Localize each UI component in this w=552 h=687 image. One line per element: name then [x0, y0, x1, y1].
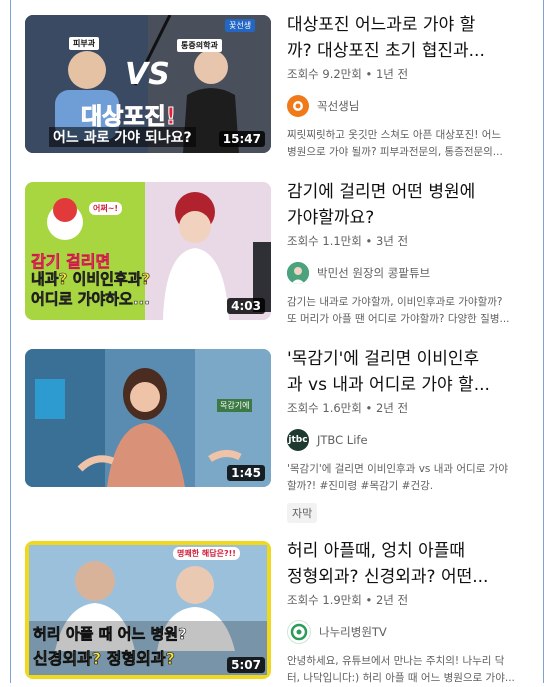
meta-separator: • [365, 234, 373, 248]
thumbnail-label-left: 피부과 [69, 37, 100, 50]
thumbnail-label-right: 통증의학과 [177, 39, 222, 52]
video-duration: 15:47 [218, 131, 265, 147]
channel-link[interactable]: 박민선 원장의 콩팥튜브 [287, 261, 537, 285]
video-title-line2: 가야할까요? [287, 208, 375, 228]
meta-separator: • [365, 593, 373, 607]
video-result[interactable]: 어쩌~! 감기 걸리면 내과? 이비인후과? 어디로 가야하오... 4:03 … [25, 182, 545, 332]
video-thumbnail[interactable]: 어쩌~! 감기 걸리면 내과? 이비인후과? 어디로 가야하오... 4:03 [25, 182, 271, 320]
video-result[interactable]: 피부과 통증의학과 꽃선생 VS 대상포진! 어느 과로 가야 되나요? 15:… [25, 15, 545, 165]
video-title-line2: 까? 대상포진 초기 협진과... [287, 41, 485, 61]
thumbnail-corner-tag: 꽃선생 [225, 19, 256, 32]
thumbnail-headline: 대상포진! [80, 104, 177, 131]
channel-avatar[interactable] [287, 620, 311, 644]
channel-logo-icon [293, 101, 303, 111]
upload-age: 3년 전 [375, 234, 409, 248]
video-title[interactable]: '목감기'에 걸리면 이비인후 과 vs 내과 어디로 가야 할... [287, 346, 537, 398]
video-title[interactable]: 감기에 걸리면 어떤 병원에 가야할까요? [287, 179, 537, 231]
channel-name[interactable]: 꼭선생님 [317, 98, 359, 114]
thumbnail-line1: 허리 아플 때 어느 병원? [33, 625, 187, 644]
description-line2: 터, 나닥입니다:) 허리 아플 때 어느 병원으로 가야... [287, 672, 515, 684]
video-meta: 조회수 1.6만회 • 2년 전 [287, 400, 537, 418]
description-line1: '목감기'에 걸리면 이비인후과 vs 내과 어디로 가야 [287, 463, 509, 475]
view-count: 조회수 1.6만회 [287, 401, 362, 415]
thumbnail-caption: 목감기에 [217, 399, 253, 412]
description-line2: 할까?! #진미령 #목감기 #건강. [287, 480, 434, 492]
upload-age: 2년 전 [375, 593, 409, 607]
person-avatar-icon [287, 262, 309, 284]
video-title-line2: 정형외과? 신경외과? 어떤... [287, 567, 489, 587]
channel-avatar[interactable] [287, 262, 309, 284]
video-title-line1: 대상포진 어느과로 가야 할 [287, 15, 476, 35]
thumbnail-subtitle: 어느 과로 가야 되나요? [49, 127, 196, 147]
channel-link[interactable]: 나누리병원TV [287, 620, 537, 644]
video-thumbnail[interactable]: 명쾌한 해답은?!! 허리 아플 때 어느 병원? 신경외과? 정형외과? 5:… [25, 541, 271, 679]
video-title-line1: 허리 아플때, 엉치 아플때 [287, 541, 466, 561]
video-duration: 4:03 [227, 298, 265, 314]
subtitles-badge: 자막 [287, 503, 318, 523]
view-count: 조회수 1.1만회 [287, 234, 362, 248]
video-duration: 5:07 [227, 657, 265, 673]
thumbnail-top-bubble: 명쾌한 해답은?!! [173, 547, 240, 560]
description-line1: 감기는 내과로 가야할까, 이비인후과로 가야할까? [287, 296, 503, 308]
meta-separator: • [365, 67, 373, 81]
video-title[interactable]: 대상포진 어느과로 가야 할 까? 대상포진 초기 협진과... [287, 12, 537, 64]
channel-name[interactable]: 나누리병원TV [319, 624, 387, 640]
view-count: 조회수 9.2만회 [287, 67, 362, 81]
video-title-line1: 감기에 걸리면 어떤 병원에 [287, 182, 476, 202]
description-line2: 병원으로 가야 될까? 피부과전문의, 통증전문의... [287, 146, 503, 158]
video-meta: 조회수 1.9만회 • 2년 전 [287, 592, 537, 610]
video-duration: 1:45 [227, 465, 265, 481]
thumbnail-line2: 내과? 이비인후과? [31, 270, 151, 289]
meta-separator: • [365, 401, 373, 415]
thumbnail-line2: 신경외과? 정형외과? [33, 649, 176, 669]
video-title-line2: 과 vs 내과 어디로 가야 할... [287, 375, 490, 395]
channel-name[interactable]: 박민선 원장의 콩팥튜브 [317, 265, 430, 281]
video-description: '목감기'에 걸리면 이비인후과 vs 내과 어디로 가야 할까?! #진미령 … [287, 461, 537, 495]
video-thumbnail[interactable]: 피부과 통증의학과 꽃선생 VS 대상포진! 어느 과로 가야 되나요? 15:… [25, 15, 271, 153]
thumbnail-line3: 어디로 가야하오... [31, 290, 151, 309]
video-meta: 조회수 9.2만회 • 1년 전 [287, 66, 537, 84]
channel-avatar[interactable]: jtbc [287, 429, 309, 451]
video-description: 안녕하세요, 유튜브에서 만나는 주치의! 나누리 닥 터, 나닥입니다:) 허… [287, 653, 537, 687]
video-title-line1: '목감기'에 걸리면 이비인후 [287, 349, 480, 369]
channel-link[interactable]: 꼭선생님 [287, 94, 537, 118]
video-description: 찌릿찌릿하고 옷깃만 스쳐도 아픈 대상포진! 어느 병원으로 가야 될까? 피… [287, 127, 537, 161]
video-result[interactable]: 목감기에 1:45 '목감기'에 걸리면 이비인후 과 vs 내과 어디로 가야… [25, 349, 545, 524]
hospital-logo-icon [290, 623, 308, 641]
thumbnail-vs-text: VS [125, 57, 170, 92]
upload-age: 2년 전 [375, 401, 409, 415]
video-meta: 조회수 1.1만회 • 3년 전 [287, 233, 537, 251]
upload-age: 1년 전 [375, 67, 409, 81]
video-thumbnail[interactable]: 목감기에 1:45 [25, 349, 271, 487]
channel-avatar[interactable] [287, 95, 309, 117]
video-description: 감기는 내과로 가야할까, 이비인후과로 가야할까? 또 머리가 아플 땐 어디… [287, 294, 537, 328]
view-count: 조회수 1.9만회 [287, 593, 362, 607]
channel-link[interactable]: jtbc JTBC Life [287, 428, 537, 452]
description-line1: 안녕하세요, 유튜브에서 만나는 주치의! 나누리 닥 [287, 655, 505, 667]
description-line1: 찌릿찌릿하고 옷깃만 스쳐도 아픈 대상포진! 어느 [287, 129, 502, 141]
video-title[interactable]: 허리 아플때, 엉치 아플때 정형외과? 신경외과? 어떤... [287, 538, 537, 590]
video-result[interactable]: 명쾌한 해답은?!! 허리 아플 때 어느 병원? 신경외과? 정형외과? 5:… [25, 538, 545, 684]
description-line2: 또 머리가 아플 땐 어디로 가야할까? 다양한 질병... [287, 313, 510, 325]
thumbnail-speech-bubble: 어쩌~! [89, 202, 123, 215]
channel-name[interactable]: JTBC Life [317, 433, 368, 447]
